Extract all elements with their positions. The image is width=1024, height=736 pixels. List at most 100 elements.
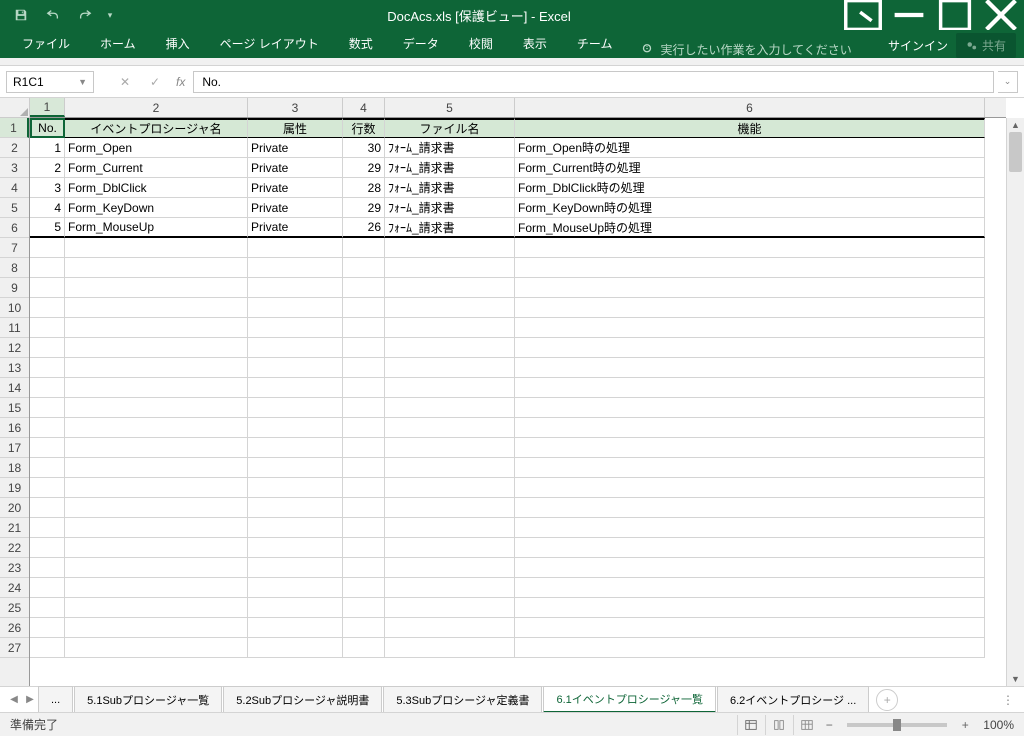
row-header[interactable]: 22: [0, 538, 29, 558]
row-header[interactable]: 17: [0, 438, 29, 458]
cell[interactable]: [385, 598, 515, 618]
cell[interactable]: ﾌｫｰﾑ_請求書: [385, 198, 515, 218]
cell[interactable]: イベントプロシージャ名: [65, 118, 248, 138]
tab-view[interactable]: 表示: [509, 29, 561, 58]
cell[interactable]: [30, 418, 65, 438]
cell[interactable]: [30, 598, 65, 618]
cell[interactable]: [385, 538, 515, 558]
cell[interactable]: [385, 518, 515, 538]
cell[interactable]: [515, 598, 985, 618]
cell[interactable]: 機能: [515, 118, 985, 138]
zoom-slider[interactable]: [847, 723, 947, 727]
cell[interactable]: Form_DblClick: [65, 178, 248, 198]
row-header[interactable]: 4: [0, 178, 29, 198]
cell[interactable]: [515, 238, 985, 258]
cell[interactable]: [65, 238, 248, 258]
cell[interactable]: [385, 398, 515, 418]
cell[interactable]: 3: [30, 178, 65, 198]
cell[interactable]: [385, 258, 515, 278]
tab-insert[interactable]: 挿入: [152, 29, 204, 58]
cell[interactable]: [343, 618, 385, 638]
row-header[interactable]: 7: [0, 238, 29, 258]
sheet-tab[interactable]: 6.2イベントプロシージ ...: [717, 686, 869, 713]
cell[interactable]: [248, 598, 343, 618]
cell[interactable]: [385, 638, 515, 658]
row-header[interactable]: 13: [0, 358, 29, 378]
cell[interactable]: Private: [248, 138, 343, 158]
cell[interactable]: 2: [30, 158, 65, 178]
cell[interactable]: [515, 318, 985, 338]
column-header[interactable]: 3: [248, 98, 343, 117]
cell[interactable]: ﾌｫｰﾑ_請求書: [385, 218, 515, 238]
cell[interactable]: [515, 398, 985, 418]
cell[interactable]: [65, 298, 248, 318]
cell[interactable]: [515, 478, 985, 498]
cell[interactable]: [65, 558, 248, 578]
row-header[interactable]: 23: [0, 558, 29, 578]
cell[interactable]: Form_KeyDown時の処理: [515, 198, 985, 218]
cell[interactable]: [515, 538, 985, 558]
cell[interactable]: Form_MouseUp時の処理: [515, 218, 985, 238]
column-header[interactable]: 4: [343, 98, 385, 117]
cell[interactable]: [515, 418, 985, 438]
row-header[interactable]: 25: [0, 598, 29, 618]
row-header[interactable]: 10: [0, 298, 29, 318]
cell[interactable]: [515, 638, 985, 658]
qat-dropdown[interactable]: ▾: [102, 0, 118, 30]
formula-input[interactable]: No.: [193, 71, 994, 93]
cell[interactable]: [248, 378, 343, 398]
cell[interactable]: Private: [248, 198, 343, 218]
cell[interactable]: [65, 398, 248, 418]
cell[interactable]: No.: [30, 118, 65, 138]
cell[interactable]: [343, 538, 385, 558]
cell[interactable]: [515, 458, 985, 478]
cell[interactable]: [385, 358, 515, 378]
cell[interactable]: [65, 338, 248, 358]
sheet-tab[interactable]: 5.3Subプロシージャ定義書: [383, 686, 542, 713]
cell[interactable]: Private: [248, 158, 343, 178]
cell[interactable]: 29: [343, 158, 385, 178]
cell[interactable]: [248, 498, 343, 518]
cell[interactable]: ﾌｫｰﾑ_請求書: [385, 138, 515, 158]
row-header[interactable]: 18: [0, 458, 29, 478]
sheet-tab[interactable]: 5.2Subプロシージャ説明書: [223, 686, 382, 713]
add-sheet-button[interactable]: +: [876, 689, 898, 711]
cell[interactable]: [515, 558, 985, 578]
cell[interactable]: [343, 378, 385, 398]
cell[interactable]: [248, 438, 343, 458]
undo-button[interactable]: [38, 0, 68, 30]
cell[interactable]: 行数: [343, 118, 385, 138]
row-header[interactable]: 24: [0, 578, 29, 598]
cell[interactable]: [385, 478, 515, 498]
cell[interactable]: [343, 418, 385, 438]
share-button[interactable]: 共有: [956, 33, 1016, 58]
cell[interactable]: [65, 438, 248, 458]
signin-link[interactable]: サインイン: [888, 37, 948, 54]
cell[interactable]: [343, 238, 385, 258]
cell[interactable]: [385, 298, 515, 318]
enter-formula-button[interactable]: ✓: [142, 71, 168, 93]
cell[interactable]: [248, 398, 343, 418]
cell[interactable]: [65, 598, 248, 618]
cell[interactable]: [385, 578, 515, 598]
cell[interactable]: [248, 558, 343, 578]
cell[interactable]: [65, 578, 248, 598]
cell[interactable]: [248, 318, 343, 338]
cell[interactable]: [343, 318, 385, 338]
scroll-up-icon[interactable]: ▲: [1007, 118, 1024, 132]
tell-me-search[interactable]: 実行したい作業を入力してください: [640, 41, 851, 58]
cell[interactable]: [385, 618, 515, 638]
row-header[interactable]: 6: [0, 218, 29, 238]
cell[interactable]: [515, 298, 985, 318]
cell[interactable]: [30, 338, 65, 358]
cell[interactable]: [343, 438, 385, 458]
cell[interactable]: [385, 558, 515, 578]
row-header[interactable]: 3: [0, 158, 29, 178]
fx-icon[interactable]: fx: [172, 75, 189, 89]
cell[interactable]: [343, 338, 385, 358]
save-button[interactable]: [6, 0, 36, 30]
cell[interactable]: [385, 458, 515, 478]
cell[interactable]: [343, 258, 385, 278]
tab-pagelayout[interactable]: ページ レイアウト: [206, 29, 333, 58]
row-header[interactable]: 21: [0, 518, 29, 538]
